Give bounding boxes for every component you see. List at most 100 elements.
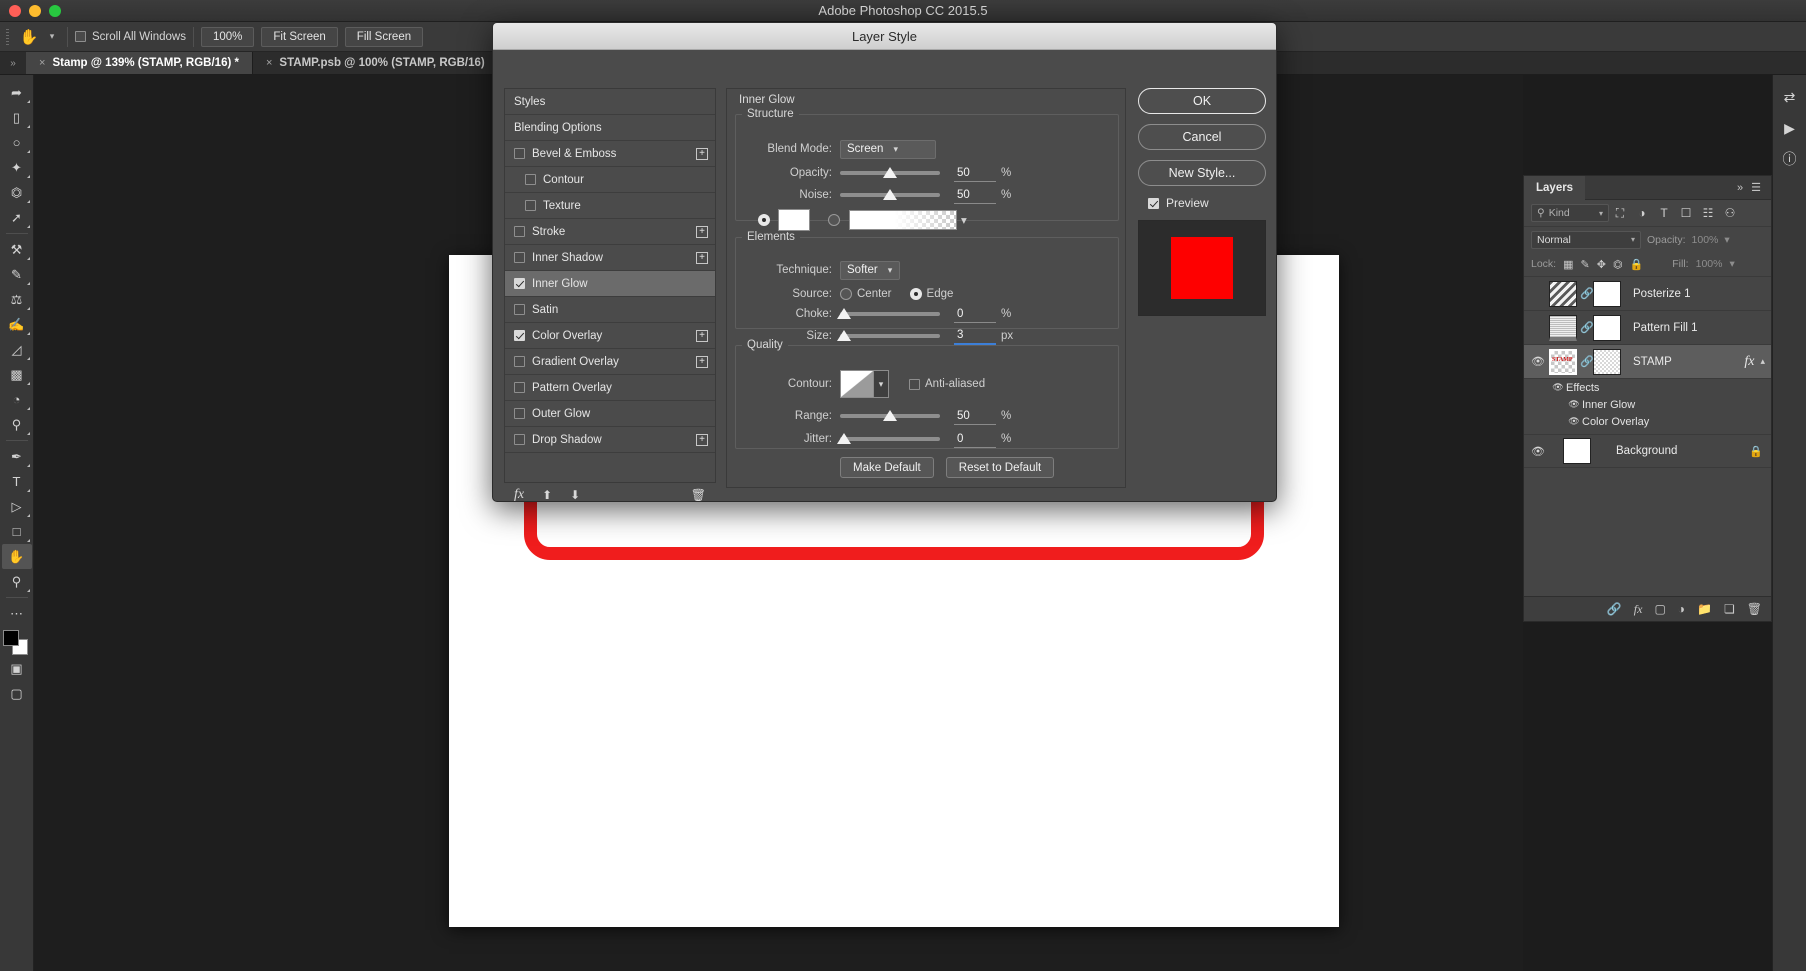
brush-tool-icon[interactable]: ✎ — [2, 262, 32, 287]
add-effect-icon[interactable]: + — [696, 225, 708, 238]
layer-visibility-icon[interactable]: 👁 — [1527, 445, 1549, 458]
effect-visibility-icon[interactable]: 👁 — [1566, 416, 1582, 427]
move-tool-icon[interactable]: ➦ — [2, 80, 32, 105]
checkbox-box[interactable] — [514, 434, 525, 445]
styles-item-pattern-overlay[interactable]: Pattern Overlay — [505, 375, 715, 401]
add-effect-icon[interactable]: + — [696, 355, 708, 368]
tab-bar-collapse-icon[interactable]: » — [0, 52, 26, 74]
healing-brush-tool-icon[interactable]: ⚒ — [2, 237, 32, 262]
dodge-tool-icon[interactable]: ⚲ — [2, 412, 32, 437]
noise-slider[interactable] — [840, 188, 940, 202]
styles-item-satin[interactable]: Satin — [505, 297, 715, 323]
lock-all-icon[interactable]: 🔒 — [1630, 258, 1644, 271]
table-row[interactable]: 👁 🔗 Pattern Fill 1 — [1524, 311, 1771, 345]
chevron-down-icon[interactable]: ▾ — [1729, 258, 1734, 270]
foreground-color-swatch[interactable] — [2, 630, 19, 646]
checkbox-box[interactable] — [514, 330, 525, 341]
layer-visibility-icon[interactable]: 👁 — [1527, 287, 1549, 300]
filter-pixel-icon[interactable]: ⛶ — [1609, 203, 1631, 223]
more-tools-icon[interactable]: ⋯ — [2, 601, 32, 626]
fit-screen-button[interactable]: Fit Screen — [261, 26, 338, 47]
styles-item-drop-shadow[interactable]: Drop Shadow + — [505, 427, 715, 453]
new-layer-icon[interactable]: ❏ — [1724, 602, 1735, 616]
checkbox-box[interactable] — [514, 226, 525, 237]
panel-menu-icon[interactable]: ☰ — [1747, 181, 1765, 194]
blur-tool-icon[interactable]: ◔ — [2, 387, 32, 412]
add-effect-icon[interactable]: + — [696, 433, 708, 446]
chevron-down-icon[interactable]: ▾ — [874, 370, 889, 398]
lock-artboard-nesting-icon[interactable]: ⏣ — [1613, 258, 1623, 271]
checkbox-box[interactable] — [514, 408, 525, 419]
fill-screen-button[interactable]: Fill Screen — [344, 26, 424, 47]
filter-kind-dropdown[interactable]: ⚲ Kind ▾ — [1531, 204, 1609, 222]
color-swatches[interactable] — [2, 630, 31, 656]
styles-item-gradient-overlay[interactable]: Gradient Overlay + — [505, 349, 715, 375]
effect-row-color-overlay[interactable]: 👁 Color Overlay — [1524, 413, 1771, 430]
add-layer-style-icon[interactable]: fx — [1634, 602, 1643, 617]
link-layers-icon[interactable]: 🔗 — [1607, 602, 1622, 616]
delete-effect-icon[interactable]: 🗑 — [691, 488, 706, 502]
screen-mode-icon[interactable]: ▢ — [2, 681, 32, 706]
anti-aliased-checkbox[interactable] — [909, 378, 920, 390]
checkbox-box[interactable] — [525, 174, 536, 185]
layer-visibility-icon[interactable]: 👁 — [1527, 321, 1549, 334]
play-action-icon[interactable]: ▶ — [1776, 114, 1804, 142]
link-icon[interactable]: 🔗 — [1580, 355, 1594, 368]
fill-value[interactable]: 100% — [1696, 258, 1723, 270]
hand-tool-icon[interactable]: ✋ — [1, 544, 32, 569]
blend-mode-dropdown[interactable]: Normal ▾ — [1531, 230, 1641, 249]
pen-tool-icon[interactable]: ✒ — [2, 444, 32, 469]
quick-selection-tool-icon[interactable]: ✦ — [2, 155, 32, 180]
source-edge-radio[interactable] — [909, 288, 922, 300]
eraser-tool-icon[interactable]: ◿ — [2, 337, 32, 362]
slider-knob[interactable] — [837, 308, 851, 319]
styles-item-texture[interactable]: Texture — [505, 193, 715, 219]
opacity-input[interactable]: 50 — [954, 165, 996, 182]
collapse-panels-icon[interactable]: ⇄ — [1776, 83, 1804, 111]
chevron-down-icon[interactable]: ▾ — [961, 213, 967, 227]
filter-shape-icon[interactable]: ☐ — [1675, 203, 1697, 223]
layer-thumbnail[interactable] — [1563, 438, 1591, 464]
options-bar-grip[interactable] — [0, 22, 14, 52]
close-icon[interactable]: × — [266, 57, 272, 69]
range-slider[interactable] — [840, 409, 940, 423]
cancel-button[interactable]: Cancel — [1138, 124, 1266, 150]
rectangle-tool-icon[interactable]: □ — [2, 519, 32, 544]
table-row[interactable]: 👁 🔗 Posterize 1 — [1524, 277, 1771, 311]
table-row[interactable]: 👁 🔗 STAMP fx ▴ — [1524, 345, 1771, 379]
layer-effects-icon[interactable]: fx — [1744, 354, 1754, 370]
effect-row-inner-glow[interactable]: 👁 Inner Glow — [1524, 396, 1771, 413]
add-layer-mask-icon[interactable]: ▢ — [1654, 602, 1665, 616]
styles-item-contour[interactable]: Contour — [505, 167, 715, 193]
layer-thumbnail[interactable] — [1549, 314, 1577, 341]
add-effect-icon[interactable]: + — [696, 147, 708, 160]
quick-mask-icon[interactable]: ▣ — [2, 656, 32, 681]
document-tab-stamp-psb[interactable]: × STAMP.psb @ 100% (STAMP, RGB/16) — [253, 52, 499, 74]
zoom-tool-icon[interactable]: ⚲ — [2, 569, 32, 594]
eyedropper-tool-icon[interactable]: ➚ — [2, 205, 32, 230]
styles-item-blending-options[interactable]: Blending Options — [505, 115, 715, 141]
slider-knob[interactable] — [883, 410, 897, 421]
checkbox-box[interactable] — [514, 382, 525, 393]
layer-mask-thumbnail[interactable] — [1593, 348, 1621, 375]
layer-name[interactable]: Posterize 1 — [1633, 288, 1771, 300]
lock-image-pixels-icon[interactable]: ✎ — [1581, 258, 1590, 271]
hand-tool-icon[interactable]: ✋ — [14, 22, 44, 52]
layer-thumbnail[interactable] — [1549, 348, 1577, 375]
glow-gradient-radio[interactable] — [828, 214, 840, 226]
chevron-up-icon[interactable]: ▴ — [1760, 356, 1765, 367]
checkbox-box[interactable] — [514, 356, 525, 367]
jitter-input[interactable]: 0 — [954, 431, 996, 448]
opacity-value[interactable]: 100% — [1692, 234, 1719, 246]
filter-toggle-icon[interactable]: ⚇ — [1719, 203, 1741, 223]
crop-tool-icon[interactable]: ⏣ — [2, 180, 32, 205]
clone-stamp-tool-icon[interactable]: ⚖ — [2, 287, 32, 312]
layer-thumbnail[interactable] — [1549, 280, 1577, 307]
preview-checkbox[interactable]: Preview — [1148, 196, 1268, 210]
technique-dropdown[interactable]: Softer ▾ — [840, 260, 900, 280]
new-style-button[interactable]: New Style... — [1138, 160, 1266, 186]
link-icon[interactable]: 🔗 — [1580, 287, 1594, 300]
lasso-tool-icon[interactable]: ○ — [2, 130, 32, 155]
lock-transparent-pixels-icon[interactable]: ▦ — [1563, 258, 1573, 271]
styles-item-outer-glow[interactable]: Outer Glow — [505, 401, 715, 427]
